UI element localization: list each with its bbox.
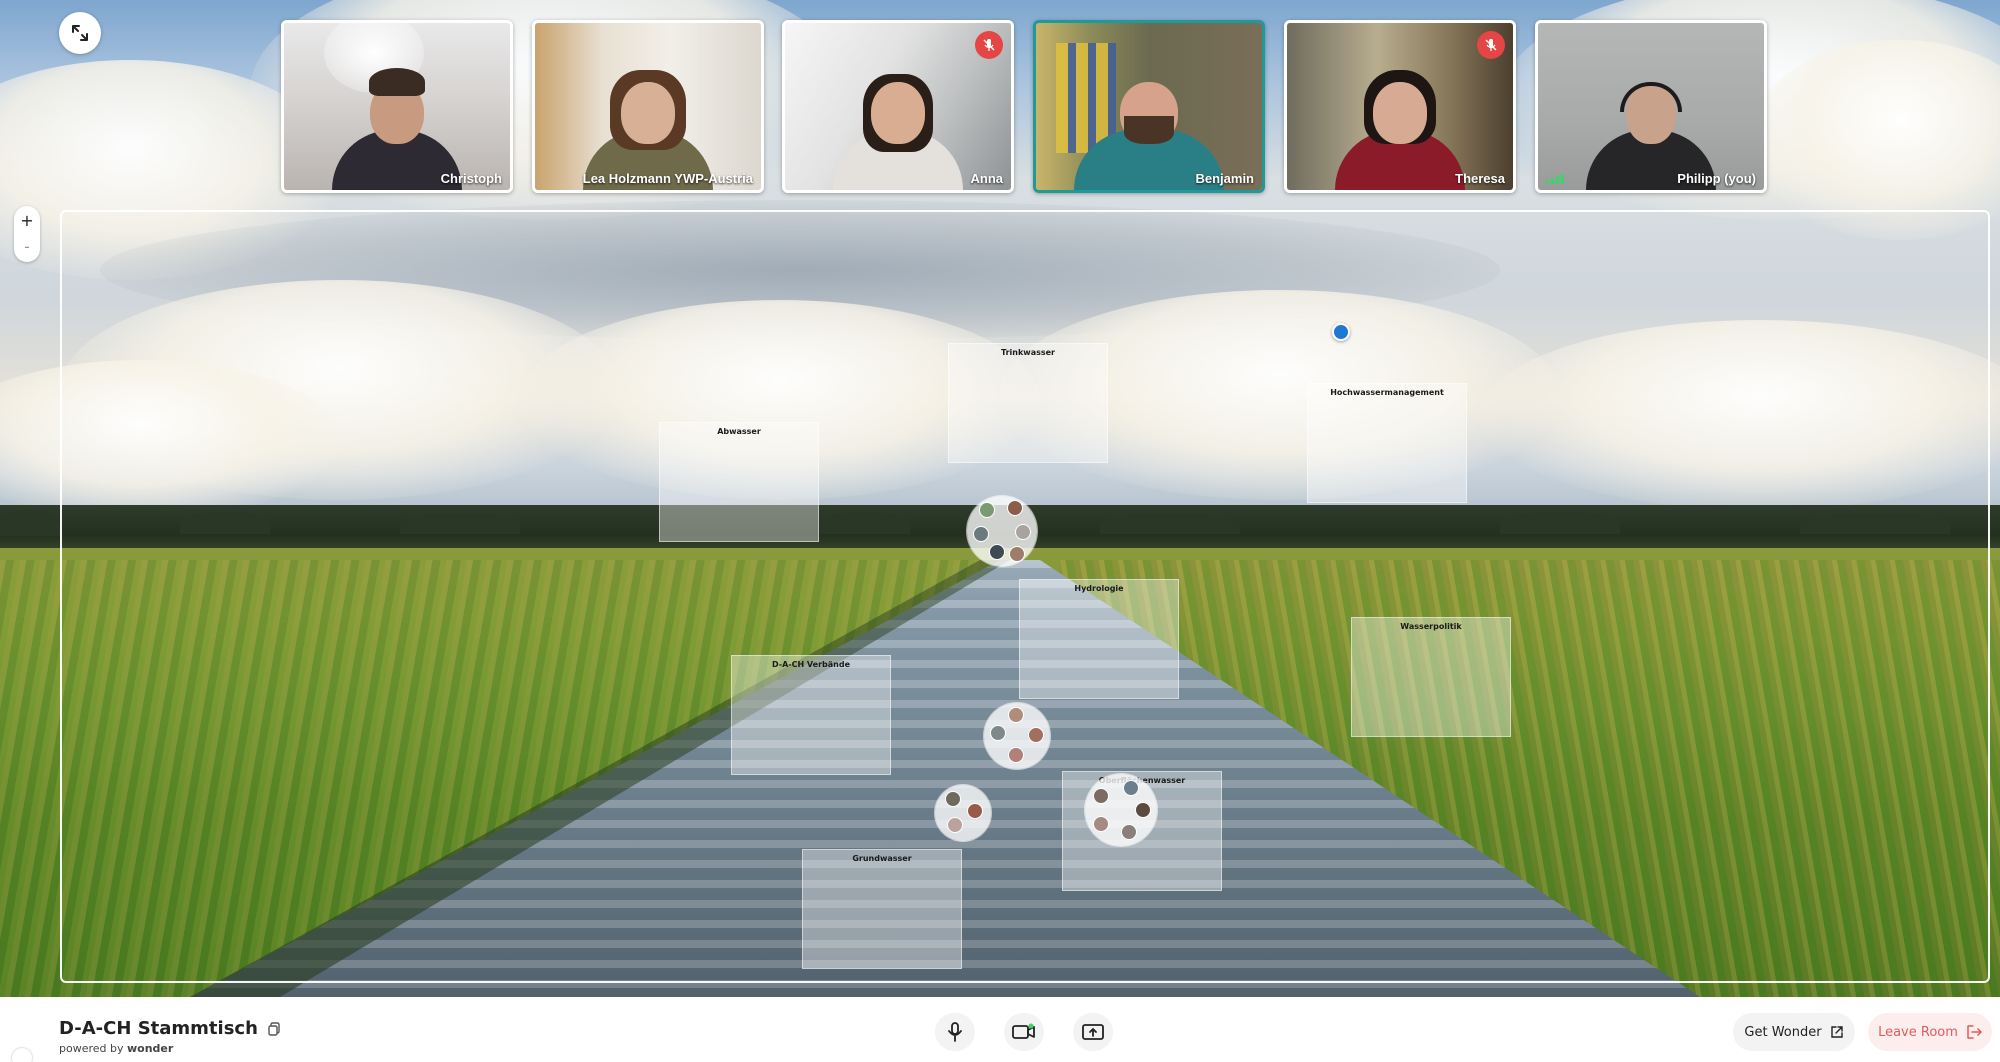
video-tile-anna[interactable]: Anna [782, 20, 1014, 193]
area-wasserpolitik[interactable]: Wasserpolitik [1351, 617, 1511, 737]
mic-off-icon [1485, 39, 1497, 51]
avatar [979, 502, 995, 518]
area-trinkwasser[interactable]: Trinkwasser [948, 343, 1108, 463]
avatar [990, 725, 1006, 741]
avatar [973, 526, 989, 542]
avatar [1015, 524, 1031, 540]
avatar [1028, 727, 1044, 743]
brand-name: wonder [127, 1042, 174, 1055]
conversation-circle[interactable] [984, 703, 1050, 769]
room-title: D-A-CH Stammtisch [59, 1018, 258, 1039]
get-wonder-button[interactable]: Get Wonder [1733, 1013, 1855, 1051]
participant-name: Lea Holzmann YWP-Austria [582, 171, 753, 186]
area-label: Trinkwasser [1001, 348, 1055, 357]
leave-room-label: Leave Room [1878, 1024, 1958, 1040]
video-tile-christoph[interactable]: Christoph [281, 20, 513, 193]
conversation-circle[interactable] [1085, 774, 1157, 846]
avatar [1093, 788, 1109, 804]
conversation-circle[interactable] [967, 496, 1037, 566]
camera-button[interactable] [1004, 1013, 1044, 1051]
avatar [947, 817, 963, 833]
avatar [1093, 816, 1109, 832]
external-link-icon [1830, 1026, 1843, 1038]
avatar [967, 803, 983, 819]
area-hochwassermanagement[interactable]: Hochwassermanagement [1307, 383, 1467, 503]
zoom-out-button[interactable]: - [14, 234, 40, 260]
area-abwasser[interactable]: Abwasser [659, 422, 819, 542]
area-label: Abwasser [717, 427, 761, 436]
participant-name: Benjamin [1195, 171, 1254, 186]
avatar [1123, 780, 1139, 796]
avatar [1007, 500, 1023, 516]
connection-signal-icon [1546, 174, 1564, 184]
participant-name: Theresa [1455, 171, 1505, 186]
camera-icon [1012, 1023, 1035, 1039]
avatar [1008, 747, 1024, 763]
video-tile-lea[interactable]: Lea Holzmann YWP-Austria [532, 20, 764, 193]
area-label: Hochwassermanagement [1330, 388, 1444, 397]
screen-share-icon [1082, 1024, 1104, 1040]
expand-icon [72, 25, 88, 41]
avatar [1008, 707, 1024, 723]
area-label: Grundwasser [852, 854, 912, 863]
avatar [1009, 546, 1025, 562]
fullscreen-button[interactable] [59, 12, 101, 54]
participant-name: Anna [970, 171, 1004, 186]
powered-prefix: powered by [59, 1042, 124, 1055]
avatar [1121, 824, 1137, 840]
muted-indicator [975, 31, 1003, 59]
zoom-in-button[interactable]: + [14, 208, 40, 234]
avatar [1135, 802, 1151, 818]
microphone-icon [948, 1022, 962, 1042]
leave-room-button[interactable]: Leave Room [1868, 1013, 1992, 1051]
area-grundwasser[interactable]: Grundwasser [802, 849, 962, 969]
area-hydrologie[interactable]: Hydrologie [1019, 579, 1179, 699]
microphone-button[interactable] [935, 1013, 975, 1051]
video-tile-benjamin[interactable]: Benjamin [1033, 20, 1265, 193]
area-label: Hydrologie [1074, 584, 1124, 593]
zoom-control: + - [14, 206, 40, 262]
mic-off-icon [983, 39, 995, 51]
participant-name: Philipp (you) [1677, 171, 1756, 186]
copy-icon[interactable] [266, 1021, 282, 1037]
muted-indicator [1477, 31, 1505, 59]
bottom-bar [0, 997, 2000, 1062]
exit-icon [1967, 1025, 1982, 1039]
area-dach-verbaende[interactable]: D-A-CH Verbände [731, 655, 891, 775]
area-label: D-A-CH Verbände [771, 660, 851, 669]
area-label: Wasserpolitik [1400, 622, 1462, 631]
screen-share-button[interactable] [1073, 1013, 1113, 1051]
conversation-circle[interactable] [935, 785, 991, 841]
get-wonder-label: Get Wonder [1744, 1024, 1822, 1040]
own-avatar-marker[interactable] [1332, 323, 1350, 341]
video-tile-theresa[interactable]: Theresa [1284, 20, 1516, 193]
avatar [989, 544, 1005, 560]
wonder-logo-icon [12, 1048, 32, 1062]
participant-name: Christoph [440, 171, 502, 186]
video-tile-philipp[interactable]: Philipp (you) [1535, 20, 1767, 193]
avatar [945, 791, 961, 807]
powered-by-text: powered by wonder [59, 1042, 173, 1055]
